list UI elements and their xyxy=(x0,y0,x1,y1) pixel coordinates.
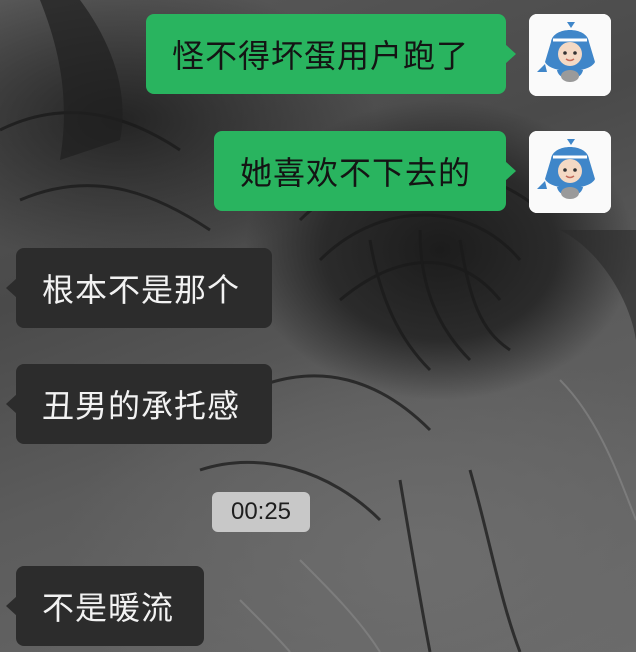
message-bubble-outgoing[interactable]: 怪不得坏蛋用户跑了 xyxy=(146,14,516,94)
message-text: 根本不是那个 xyxy=(42,271,241,309)
message-bubble-outgoing[interactable]: 她喜欢不下去的 xyxy=(214,131,516,211)
timestamp-text: 00:25 xyxy=(230,498,292,525)
message-text: 她喜欢不下去的 xyxy=(240,154,472,192)
message-bubble-incoming[interactable]: 丑男的承托感 xyxy=(6,364,272,444)
shark-hood-avatar-icon[interactable] xyxy=(529,14,611,96)
message-timestamp: 00:25 xyxy=(212,492,310,532)
message-bubble-incoming[interactable]: 不是暖流 xyxy=(6,566,204,646)
message-text: 不是暖流 xyxy=(42,589,175,627)
message-bubble-incoming[interactable]: 根本不是那个 xyxy=(6,248,272,328)
message-text: 怪不得坏蛋用户跑了 xyxy=(172,37,470,75)
message-text: 丑男的承托感 xyxy=(42,387,241,425)
shark-hood-avatar-icon[interactable] xyxy=(529,131,611,213)
